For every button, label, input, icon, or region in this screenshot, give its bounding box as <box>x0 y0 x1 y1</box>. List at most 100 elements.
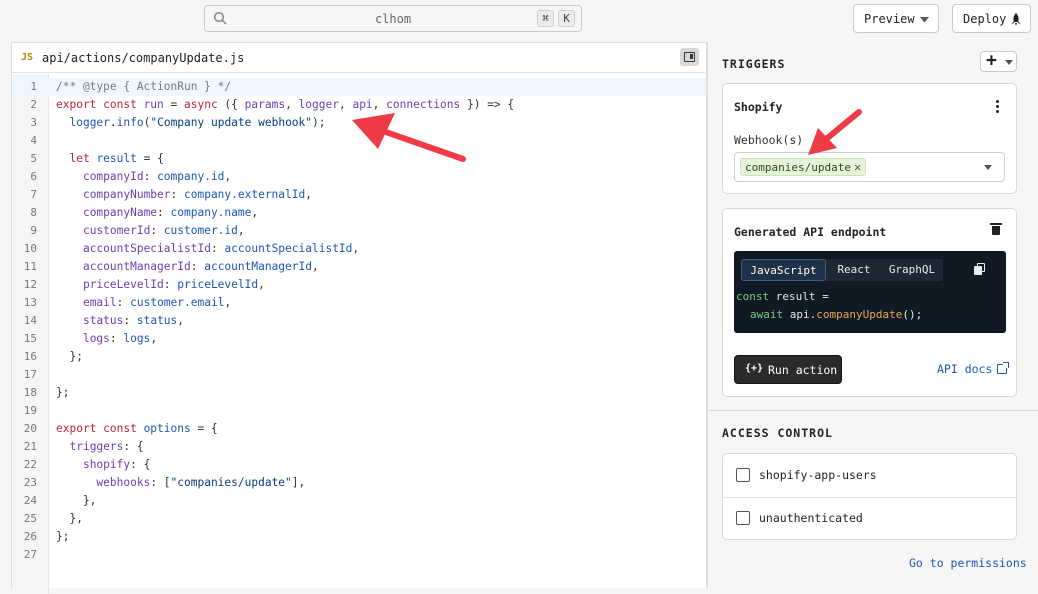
code-line[interactable]: 14 status: status, <box>12 312 706 330</box>
go-to-permissions-link[interactable]: Go to permissions <box>909 556 1027 570</box>
line-number: 24 <box>23 494 37 507</box>
toggle-panel-button[interactable] <box>680 48 699 66</box>
code-lines[interactable]: 1 /** @type { ActionRun } */ 2 export const… <box>12 78 706 564</box>
snippet-method: companyUpdate <box>816 308 903 321</box>
code-text: /** @type { ActionRun } */ <box>56 80 232 93</box>
line-number: 21 <box>23 440 37 453</box>
add-trigger-button[interactable]: + <box>980 50 1017 72</box>
code-line[interactable]: 12 priceLevelId: priceLevelId, <box>12 276 706 294</box>
panel-icon <box>684 52 695 62</box>
code-line[interactable]: 22 shopify: { <box>12 456 706 474</box>
code-line[interactable]: 27 <box>12 546 706 564</box>
code-line[interactable]: 9 customerId: customer.id, <box>12 222 706 240</box>
deploy-label: Deploy <box>963 12 1007 26</box>
code-text: companyNumber: company.externalId, <box>82 188 312 201</box>
role-label: shopify-app-users <box>759 468 877 482</box>
preview-button[interactable]: Preview <box>853 4 939 33</box>
remove-chip-icon[interactable]: ✕ <box>854 159 861 175</box>
endpoint-title: Generated API endpoint <box>734 225 887 239</box>
code-line[interactable]: 16 }; <box>12 348 706 366</box>
shopify-title: Shopify <box>734 100 783 114</box>
api-docs-label: API docs <box>937 362 993 376</box>
line-number: 23 <box>23 476 37 489</box>
code-line[interactable]: 15 logs: logs, <box>12 330 706 348</box>
js-file-icon: JS <box>21 52 34 63</box>
code-line[interactable]: 19 <box>12 402 706 420</box>
code-line[interactable]: 6 companyId: company.id, <box>12 168 706 186</box>
webhook-chip-label: companies/update <box>745 161 851 174</box>
line-number: 18 <box>23 386 37 399</box>
file-name: api/actions/companyUpdate.js <box>42 51 245 65</box>
code-line[interactable]: 13 email: customer.email, <box>12 294 706 312</box>
line-number: 5 <box>30 152 37 165</box>
line-number: 13 <box>23 296 37 309</box>
code-line[interactable]: 17 <box>12 366 706 384</box>
chevron-down-icon[interactable] <box>984 165 992 170</box>
api-endpoint-card: Generated API endpoint JavaScript React … <box>722 208 1017 397</box>
code-line[interactable]: 25 }, <box>12 510 706 528</box>
code-line[interactable]: 5 let result = { <box>12 150 706 168</box>
snippet-line-2: await api.companyUpdate(); <box>750 306 922 324</box>
code-line[interactable]: 10 accountSpecialistId: accountSpecialis… <box>12 240 706 258</box>
api-docs-link[interactable]: API docs <box>937 362 1010 376</box>
line-number: 14 <box>23 314 37 327</box>
role-row[interactable]: unauthenticated <box>723 497 1016 539</box>
shortcut-k-key: K <box>558 10 575 27</box>
webhooks-select[interactable]: companies/update ✕ <box>734 152 1005 182</box>
code-line[interactable]: 1 /** @type { ActionRun } */ <box>12 78 706 96</box>
access-roles-card: shopify-app-users unauthenticated <box>722 453 1017 540</box>
access-control-title: ACCESS CONTROL <box>722 426 833 440</box>
right-panel: TRIGGERS + Shopify Webhook(s) companies/… <box>707 42 1038 588</box>
snippet-kw-await: await <box>750 308 784 321</box>
code-line[interactable]: 20 export const options = { <box>12 420 706 438</box>
code-line[interactable]: 21 triggers: { <box>12 438 706 456</box>
code-line[interactable]: 11 accountManagerId: accountManagerId, <box>12 258 706 276</box>
tab-react[interactable]: React <box>828 259 880 281</box>
code-text: logs: logs, <box>82 332 158 345</box>
code-editor[interactable]: JS api/actions/companyUpdate.js 1 /** @ty… <box>11 42 707 594</box>
code-line[interactable]: 7 companyNumber: company.externalId, <box>12 186 706 204</box>
code-line[interactable]: 23 webhooks: ["companies/update"], <box>12 474 706 492</box>
line-number: 19 <box>23 404 37 417</box>
code-text: companyId: company.id, <box>82 170 232 183</box>
deploy-button[interactable]: Deploy <box>952 4 1031 33</box>
line-number: 20 <box>23 422 37 435</box>
code-text: status: status, <box>82 314 185 327</box>
more-options-icon[interactable] <box>991 99 1003 115</box>
code-line[interactable]: 2 export const run = async ({ params, log… <box>12 96 706 114</box>
run-action-button[interactable]: {+} Run action <box>734 355 842 384</box>
snippet-result: result = <box>769 290 829 303</box>
code-text: logger.info("Company update webhook"); <box>69 116 326 129</box>
command-search[interactable]: clhom ⌘ K <box>204 5 582 32</box>
webhook-chip: companies/update ✕ <box>740 158 867 176</box>
code-text: triggers: { <box>69 440 144 453</box>
role-checkbox[interactable] <box>736 468 750 482</box>
code-line[interactable]: 24 }, <box>12 492 706 510</box>
code-text: }, <box>56 494 97 507</box>
code-snippet: JavaScript React GraphQL const result = … <box>734 251 1006 333</box>
file-tab[interactable]: JS api/actions/companyUpdate.js <box>12 43 706 73</box>
line-number: 12 <box>23 278 37 291</box>
code-line[interactable]: 3 logger.info("Company update webhook"); <box>12 114 706 132</box>
tab-javascript[interactable]: JavaScript <box>741 259 826 281</box>
role-checkbox[interactable] <box>736 511 750 525</box>
tab-graphql[interactable]: GraphQL <box>883 259 941 281</box>
line-number: 7 <box>30 188 37 201</box>
code-line[interactable]: 4 <box>12 132 706 150</box>
line-number: 11 <box>23 260 37 273</box>
code-line[interactable]: 18}; <box>12 384 706 402</box>
line-number: 3 <box>30 116 37 129</box>
trash-icon[interactable] <box>990 223 1002 235</box>
external-link-icon <box>997 362 1010 374</box>
code-line[interactable]: 26}; <box>12 528 706 546</box>
line-number: 15 <box>23 332 37 345</box>
preview-label: Preview <box>864 12 915 26</box>
top-bar: clhom ⌘ K Preview Deploy <box>0 0 1038 40</box>
code-text: companyName: company.name, <box>82 206 259 219</box>
code-text: webhooks: ["companies/update"], <box>96 476 306 489</box>
role-row[interactable]: shopify-app-users <box>723 454 1016 496</box>
code-text: }; <box>56 350 83 363</box>
line-number: 27 <box>23 548 37 561</box>
copy-icon[interactable] <box>974 263 986 276</box>
code-line[interactable]: 8 companyName: company.name, <box>12 204 706 222</box>
